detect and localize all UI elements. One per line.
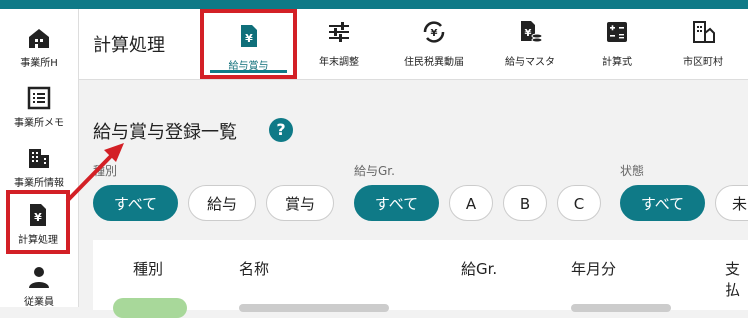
yen-cycle-icon: ¥ (423, 21, 445, 43)
tab-year-end-adjustment[interactable]: 年末調整 (296, 9, 382, 79)
office-home-icon (29, 29, 49, 48)
section-title: 給与賞与登録一覧 (93, 122, 237, 143)
sliders-icon (329, 22, 349, 42)
tab-label: 住民税異動届 (404, 57, 464, 68)
svg-text:¥: ¥ (431, 28, 438, 39)
sidebar-item-office-home[interactable]: 事業所H (0, 17, 78, 75)
column-header-name: 名称 (239, 260, 270, 278)
help-icon[interactable]: ? (269, 118, 293, 142)
table-row-type-badge (113, 298, 187, 318)
filter-label-status: 状態 (620, 164, 645, 178)
chip-status-incomplete[interactable]: 未 (715, 185, 748, 221)
header: 計算処理 ¥ 給与賞与 年末調整 ¥ 住民税異動届 ¥ 給与マスタ 計算式 市区… (79, 9, 748, 80)
filter-label-group: 給与Gr. (354, 164, 395, 178)
active-tab-indicator (210, 70, 287, 73)
yen-document-icon: ¥ (240, 25, 257, 47)
chip-type-all[interactable]: すべて (93, 185, 178, 221)
sidebar-item-label: 事業所メモ (14, 118, 64, 129)
sidebar-item-label: 事業所H (20, 58, 58, 69)
yen-document-icon: ¥ (30, 204, 46, 226)
sidebar-item-label: 従業員 (24, 297, 54, 308)
chip-type-payroll[interactable]: 給与 (188, 185, 256, 221)
main-content: 給与賞与登録一覧 ? 種別 すべて 給与 賞与 給与Gr. すべて A B C … (79, 80, 748, 318)
column-header-type: 種別 (133, 260, 164, 278)
tab-payroll-master[interactable]: ¥ 給与マスタ (487, 9, 573, 79)
tab-label: 市区町村 (683, 57, 723, 68)
sidebar-item-label: 計算処理 (18, 235, 58, 246)
sidebar-item-office-memo[interactable]: 事業所メモ (0, 77, 78, 135)
chip-group-b[interactable]: B (503, 185, 547, 221)
svg-text:¥: ¥ (245, 32, 253, 45)
tab-label: 給与マスタ (505, 57, 555, 68)
tab-formula[interactable]: 計算式 (574, 9, 660, 79)
svg-text:¥: ¥ (34, 211, 42, 224)
svg-text:¥: ¥ (525, 28, 532, 39)
column-header-payment: 支払 (725, 260, 741, 299)
payroll-table: 種別 名称 給Gr. 年月分 支払 (93, 240, 748, 318)
top-accent-bar (0, 0, 748, 9)
column-header-year-month: 年月分 (571, 260, 617, 278)
person-icon (29, 267, 49, 288)
chip-group-c[interactable]: C (557, 185, 601, 221)
sidebar-item-calculation[interactable]: ¥ 計算処理 (6, 190, 70, 254)
sidebar-item-employees[interactable]: 従業員 (0, 256, 78, 314)
chip-status-all[interactable]: すべて (620, 185, 705, 221)
sidebar: 事業所H 事業所メモ 事業所情報 ¥ 計算処理 従業員 (0, 9, 79, 308)
city-building-icon (693, 21, 715, 43)
chip-group-all[interactable]: すべて (354, 185, 439, 221)
building-icon (29, 149, 49, 168)
calculator-icon (607, 22, 627, 42)
tab-resident-tax-transfer[interactable]: ¥ 住民税異動届 (391, 9, 477, 79)
tab-municipality[interactable]: 市区町村 (660, 9, 746, 79)
yen-database-icon: ¥ (521, 21, 543, 43)
sidebar-item-office-info[interactable]: 事業所情報 (0, 137, 78, 195)
table-row-date-placeholder (571, 304, 671, 312)
sidebar-item-label: 事業所情報 (14, 178, 64, 189)
chip-type-bonus[interactable]: 賞与 (266, 185, 334, 221)
memo-list-icon (27, 86, 51, 110)
tab-payroll-bonus[interactable]: ¥ 給与賞与 (200, 9, 297, 79)
filter-label-type: 種別 (93, 164, 118, 178)
table-row-name-placeholder (239, 304, 389, 312)
page-title: 計算処理 (93, 35, 165, 56)
tab-label: 計算式 (602, 57, 632, 68)
tab-label: 年末調整 (319, 57, 359, 68)
column-header-group: 給Gr. (461, 260, 498, 278)
chip-group-a[interactable]: A (449, 185, 493, 221)
